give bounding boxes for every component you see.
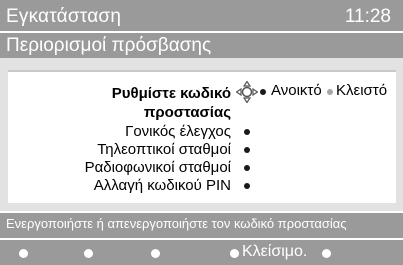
option-off[interactable]: Κλειστό <box>336 82 387 99</box>
blue-key-icon[interactable] <box>230 249 239 258</box>
green-key-icon[interactable] <box>84 249 93 258</box>
close-button[interactable]: Κλείσιμο. <box>242 243 307 261</box>
menu-item-bullet <box>244 129 250 135</box>
menu-item-tv-channels[interactable]: Τηλεοπτικοί σταθμοί <box>97 141 231 159</box>
header-bar: Εγκατάσταση 11:28 Περιορισμοί πρόσβασης <box>0 0 403 58</box>
close-key-icon[interactable] <box>322 249 331 258</box>
menu-item-radio-stations[interactable]: Ραδιοφωνικοί σταθμοί <box>85 159 231 177</box>
menu-item-bullet <box>244 183 250 189</box>
yellow-key-icon[interactable] <box>151 249 160 258</box>
menu-item-bullet <box>244 147 250 153</box>
header-divider <box>0 31 403 33</box>
tv-menu-screen: Εγκατάσταση 11:28 Περιορισμοί πρόσβασης … <box>0 0 403 265</box>
option-on-bullet <box>260 89 266 95</box>
clock: 11:28 <box>344 6 391 27</box>
menu-item-label-line1: Ρυθμίστε κωδικό <box>111 85 231 102</box>
footer-divider <box>0 238 403 240</box>
option-off-bullet <box>327 89 333 95</box>
red-key-icon[interactable] <box>19 249 28 258</box>
menu-item-change-pin[interactable]: Αλλαγή κωδικού PIN <box>94 177 231 195</box>
menu-item-label-line2: προστασίας <box>143 104 231 121</box>
menu-item-set-protection-code[interactable]: Ρυθμίστε κωδικό προστασίας <box>112 84 231 122</box>
menu-item-bullet <box>244 165 250 171</box>
submenu-title: Περιορισμοί πρόσβασης <box>6 35 212 56</box>
four-way-navigation-icon <box>236 81 258 103</box>
menu-item-parental-control[interactable]: Γονικός έλεγχος <box>125 123 231 141</box>
menu-title: Εγκατάσταση <box>6 6 122 27</box>
footer-divider-top <box>0 211 403 213</box>
option-on[interactable]: Ανοικτό <box>271 82 322 99</box>
help-text: Ενεργοποιήστε ή απενεργοποιήστε τον κωδι… <box>6 216 347 231</box>
menu-panel: Ρυθμίστε κωδικό προστασίας Γονικός έλεγχ… <box>8 70 396 203</box>
